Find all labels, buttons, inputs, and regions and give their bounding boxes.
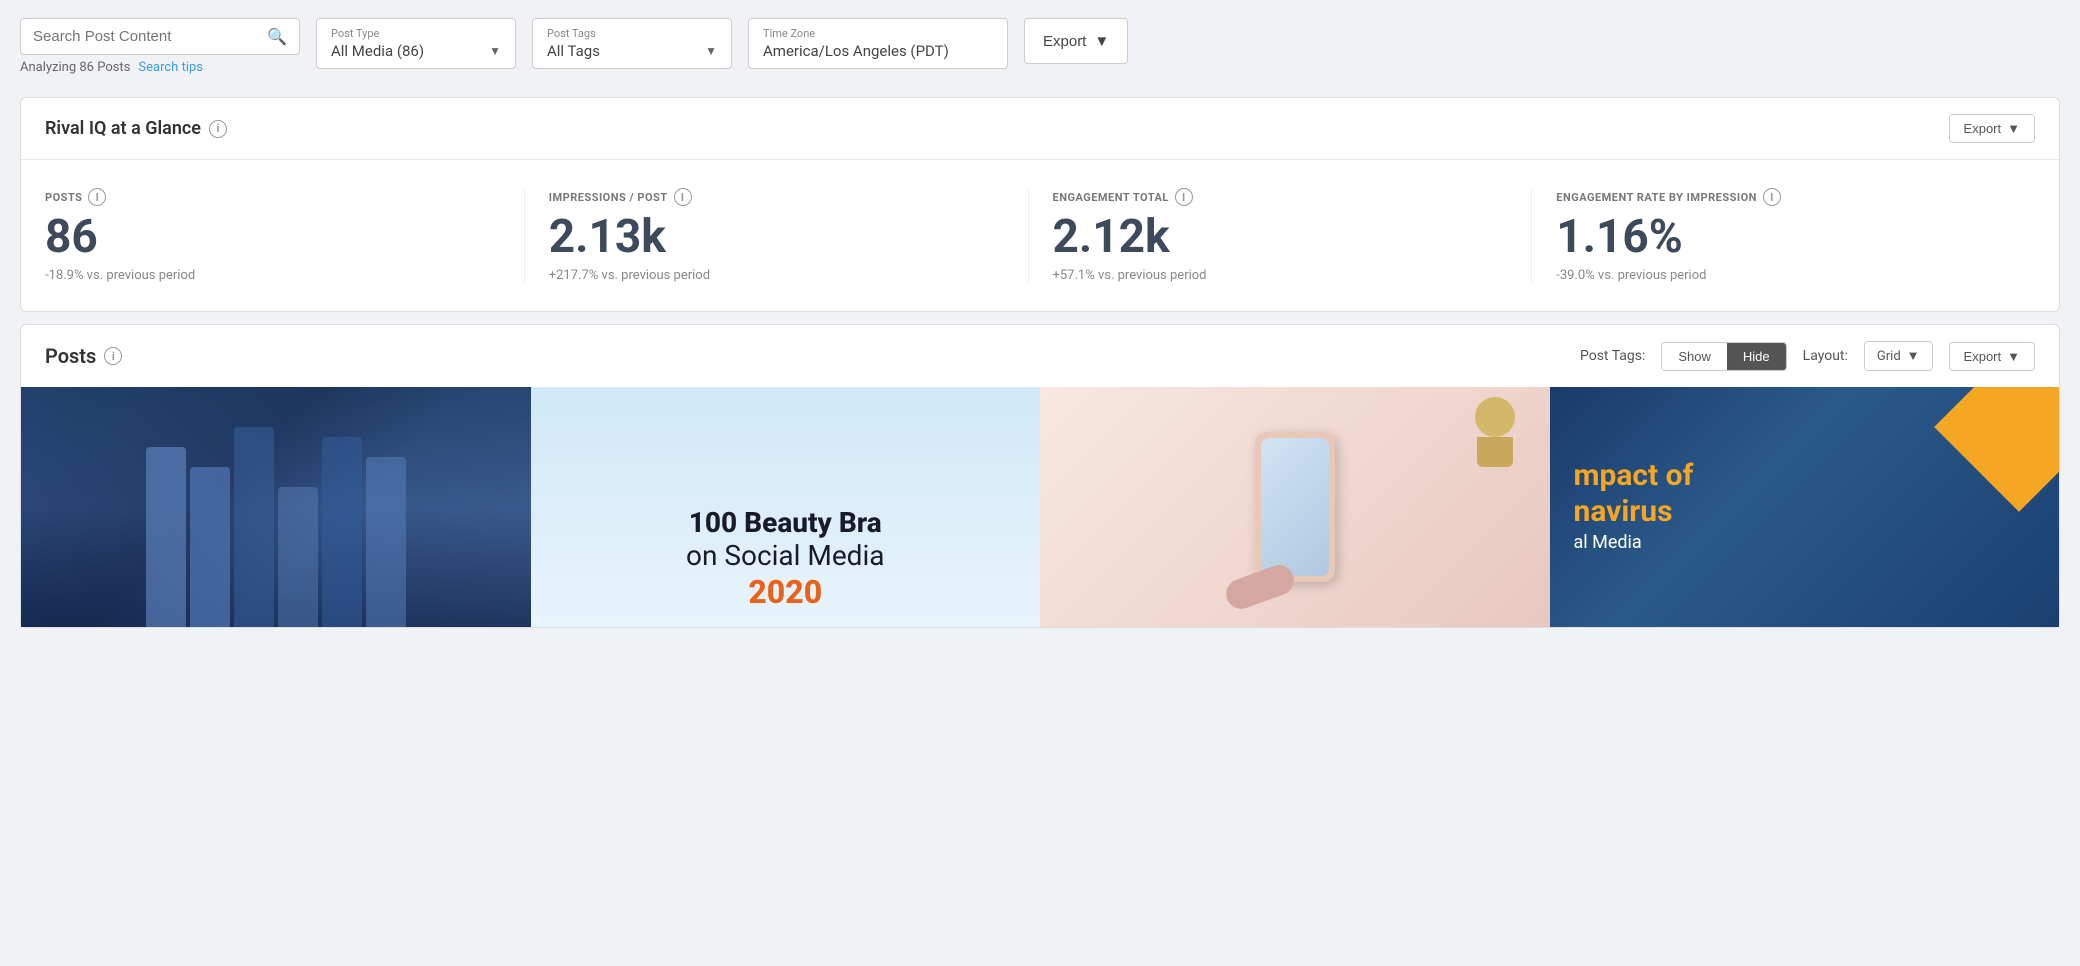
post-item-2[interactable]: 100 Beauty Bra on Social Media 2020	[531, 387, 1041, 627]
glance-card-header: Rival IQ at a Glance i Export ▼	[21, 98, 2059, 160]
search-icon: 🔍	[267, 27, 287, 46]
post-4-line1: mpact of	[1574, 458, 1694, 494]
post-item-3[interactable]	[1040, 387, 1550, 627]
post-tags-label: Post Tags	[547, 27, 717, 40]
posts-export-label: Export	[1964, 349, 2002, 364]
post-3-pot	[1477, 437, 1513, 467]
layout-label: Layout:	[1803, 348, 1848, 364]
top-export-label: Export	[1043, 33, 1086, 50]
hide-toggle-button[interactable]: Hide	[1727, 343, 1786, 370]
search-wrapper: 🔍 Analyzing 86 Posts Search tips	[20, 18, 300, 75]
layout-dropdown[interactable]: Grid ▼	[1864, 341, 1933, 371]
post-2-sub-text: on Social Media	[686, 539, 885, 573]
person-shape-6	[366, 457, 406, 627]
post-tags-value: All Tags	[547, 42, 600, 60]
posts-image-grid: 100 Beauty Bra on Social Media 2020	[21, 387, 2059, 627]
posts-info-icon[interactable]: i	[104, 347, 122, 365]
search-input[interactable]	[33, 28, 259, 45]
post-type-value: All Media (86)	[331, 42, 424, 60]
post-3-plant-top	[1475, 397, 1515, 437]
glance-info-icon[interactable]: i	[209, 120, 227, 138]
post-2-text: 100 Beauty Bra on Social Media 2020	[686, 506, 885, 611]
post-item-1[interactable]	[21, 387, 531, 627]
person-shape-3	[234, 427, 274, 627]
glance-export-button[interactable]: Export ▼	[1949, 114, 2035, 143]
post-3-plant	[1470, 397, 1520, 467]
stat-engagement-total-value: 2.12k	[1053, 214, 1508, 260]
post-4-line3: al Media	[1574, 530, 1694, 555]
stat-engagement-rate: ENGAGEMENT RATE BY IMPRESSION i 1.16% -3…	[1531, 188, 2035, 283]
posts-card-header: Posts i Post Tags: Show Hide Layout: Gri…	[21, 325, 2059, 387]
search-meta: Analyzing 86 Posts Search tips	[20, 60, 300, 75]
posts-title-text: Posts	[45, 344, 96, 368]
timezone-control: Time Zone America/Los Angeles (PDT)	[748, 18, 1008, 69]
post-type-label: Post Type	[331, 27, 501, 40]
stat-engagement-total: ENGAGEMENT TOTAL i 2.12k +57.1% vs. prev…	[1028, 188, 1532, 283]
person-shape-1	[146, 447, 186, 627]
posts-controls: Post Tags: Show Hide Layout: Grid ▼ Expo…	[1580, 341, 2035, 371]
glance-card-title: Rival IQ at a Glance i	[45, 118, 227, 139]
post-tags-dropdown[interactable]: Post Tags All Tags ▼	[532, 18, 732, 69]
posts-title: Posts i	[45, 344, 122, 368]
analyzing-text: Analyzing 86 Posts	[20, 60, 130, 75]
stat-impressions-info-icon[interactable]: i	[674, 188, 692, 206]
layout-chevron-icon: ▼	[1907, 348, 1920, 364]
post-tags-chevron-icon: ▼	[705, 44, 717, 58]
glance-card: Rival IQ at a Glance i Export ▼ POSTS i …	[20, 97, 2060, 312]
stats-row: POSTS i 86 -18.9% vs. previous period IM…	[21, 160, 2059, 311]
stat-engagement-rate-info-icon[interactable]: i	[1763, 188, 1781, 206]
stat-engagement-rate-change: -39.0% vs. previous period	[1556, 268, 2011, 283]
stat-impressions: IMPRESSIONS / POST i 2.13k +217.7% vs. p…	[524, 188, 1028, 283]
top-export-chevron-icon: ▼	[1094, 33, 1109, 50]
post-item-4[interactable]: mpact of navirus al Media	[1550, 387, 2060, 627]
stat-posts-value: 86	[45, 214, 500, 260]
post-3-phone-screen	[1261, 438, 1329, 576]
stat-engagement-total-info-icon[interactable]: i	[1175, 188, 1193, 206]
post-1-people-bg	[21, 387, 531, 627]
post-3-hands-bg	[1040, 387, 1550, 627]
timezone-value: America/Los Angeles (PDT)	[763, 42, 993, 60]
post-tags-section-label: Post Tags:	[1580, 348, 1645, 364]
stat-engagement-total-change: +57.1% vs. previous period	[1053, 268, 1508, 283]
post-3-phone-container	[1255, 432, 1335, 582]
person-shape-2	[190, 467, 230, 627]
glance-export-chevron-icon: ▼	[2007, 121, 2020, 136]
posts-export-button[interactable]: Export ▼	[1949, 342, 2035, 371]
post-type-value-row: All Media (86) ▼	[331, 42, 501, 60]
post-4-text: mpact of navirus al Media	[1574, 458, 1694, 555]
glance-title-text: Rival IQ at a Glance	[45, 118, 201, 139]
post-type-dropdown[interactable]: Post Type All Media (86) ▼	[316, 18, 516, 69]
search-input-container[interactable]: 🔍	[20, 18, 300, 55]
show-toggle-button[interactable]: Show	[1662, 343, 1727, 370]
timezone-label: Time Zone	[763, 27, 993, 40]
post-2-year-text: 2020	[686, 573, 885, 611]
stat-engagement-total-label: ENGAGEMENT TOTAL i	[1053, 188, 1508, 206]
post-type-chevron-icon: ▼	[489, 44, 501, 58]
person-shape-4	[278, 487, 318, 627]
post-tags-toggle-group: Show Hide	[1661, 342, 1786, 371]
stat-impressions-label: IMPRESSIONS / POST i	[549, 188, 1004, 206]
top-bar: 🔍 Analyzing 86 Posts Search tips Post Ty…	[0, 0, 2080, 85]
stat-impressions-value: 2.13k	[549, 214, 1004, 260]
person-shape-5	[322, 437, 362, 627]
layout-value: Grid	[1877, 349, 1901, 364]
post-tags-value-row: All Tags ▼	[547, 42, 717, 60]
post-4-line2: navirus	[1574, 494, 1694, 530]
top-export-button[interactable]: Export ▼	[1024, 18, 1128, 64]
stat-engagement-rate-label: ENGAGEMENT RATE BY IMPRESSION i	[1556, 188, 2011, 206]
glance-export-label: Export	[1964, 121, 2002, 136]
post-2-main-text: 100 Beauty Bra	[686, 506, 885, 540]
stat-posts: POSTS i 86 -18.9% vs. previous period	[45, 188, 524, 283]
stat-posts-change: -18.9% vs. previous period	[45, 268, 500, 283]
stat-engagement-rate-value: 1.16%	[1556, 214, 2011, 260]
posts-export-chevron-icon: ▼	[2007, 349, 2020, 364]
post-3-phone-shape	[1255, 432, 1335, 582]
search-tips-link[interactable]: Search tips	[138, 60, 203, 75]
stat-posts-label: POSTS i	[45, 188, 500, 206]
stat-posts-info-icon[interactable]: i	[88, 188, 106, 206]
stat-impressions-change: +217.7% vs. previous period	[549, 268, 1004, 283]
posts-card: Posts i Post Tags: Show Hide Layout: Gri…	[20, 324, 2060, 628]
